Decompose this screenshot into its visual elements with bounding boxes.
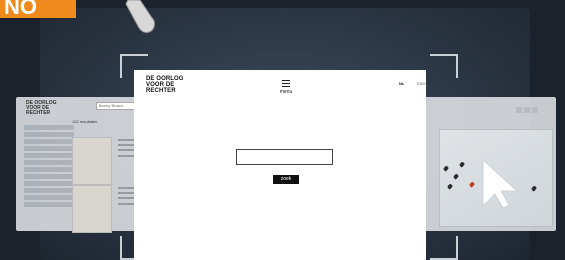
hamburger-menu-icon [282,80,290,87]
grid-view-icon [516,107,522,113]
filter-row [24,167,74,172]
background-view-controls [516,100,546,113]
corner-tag: NO [0,0,76,18]
focus-bracket-bottom-right [430,236,458,260]
list-view-icon [524,107,530,113]
search-overlay: DE OORLOG VOOR DE RECHTER menu NL ENG zo… [134,70,426,260]
filter-row [24,188,74,193]
language-eng-link[interactable]: ENG [417,81,426,86]
menu-label: menu [279,89,293,95]
search-button[interactable]: zoek [273,175,299,184]
filter-row [24,153,74,158]
filter-row [24,139,74,144]
menu-button[interactable]: menu [274,80,298,95]
focus-bracket-top-right [430,54,458,78]
filter-row [24,146,74,151]
filter-row [24,174,74,179]
map-pin-icon [452,173,460,180]
site-logo[interactable]: DE OORLOG VOOR DE RECHTER [146,76,206,94]
search-input[interactable] [236,149,333,165]
language-nl-link[interactable]: NL [399,81,404,86]
filter-row [24,195,74,200]
filter-row [24,202,74,207]
background-filter-sidebar [24,125,74,209]
pointing-finger-icon [125,0,155,33]
filter-row [24,181,74,186]
filter-row [24,125,74,130]
map-pin-icon [530,185,538,192]
result-thumbnail [72,185,112,233]
background-logo: DE OORLOG VOOR DE RECHTER [26,100,57,116]
map-pin-icon [442,165,450,172]
result-thumbnail [72,137,112,185]
map-pin-icon [468,181,476,188]
map-view-icon [532,107,538,113]
map-pin-icon [458,161,466,168]
background-results-count: 102 resultaten [72,119,98,124]
filter-row [24,160,74,165]
cursor-arrow-icon [482,158,519,209]
filter-row [24,132,74,137]
map-pin-icon [446,183,454,190]
